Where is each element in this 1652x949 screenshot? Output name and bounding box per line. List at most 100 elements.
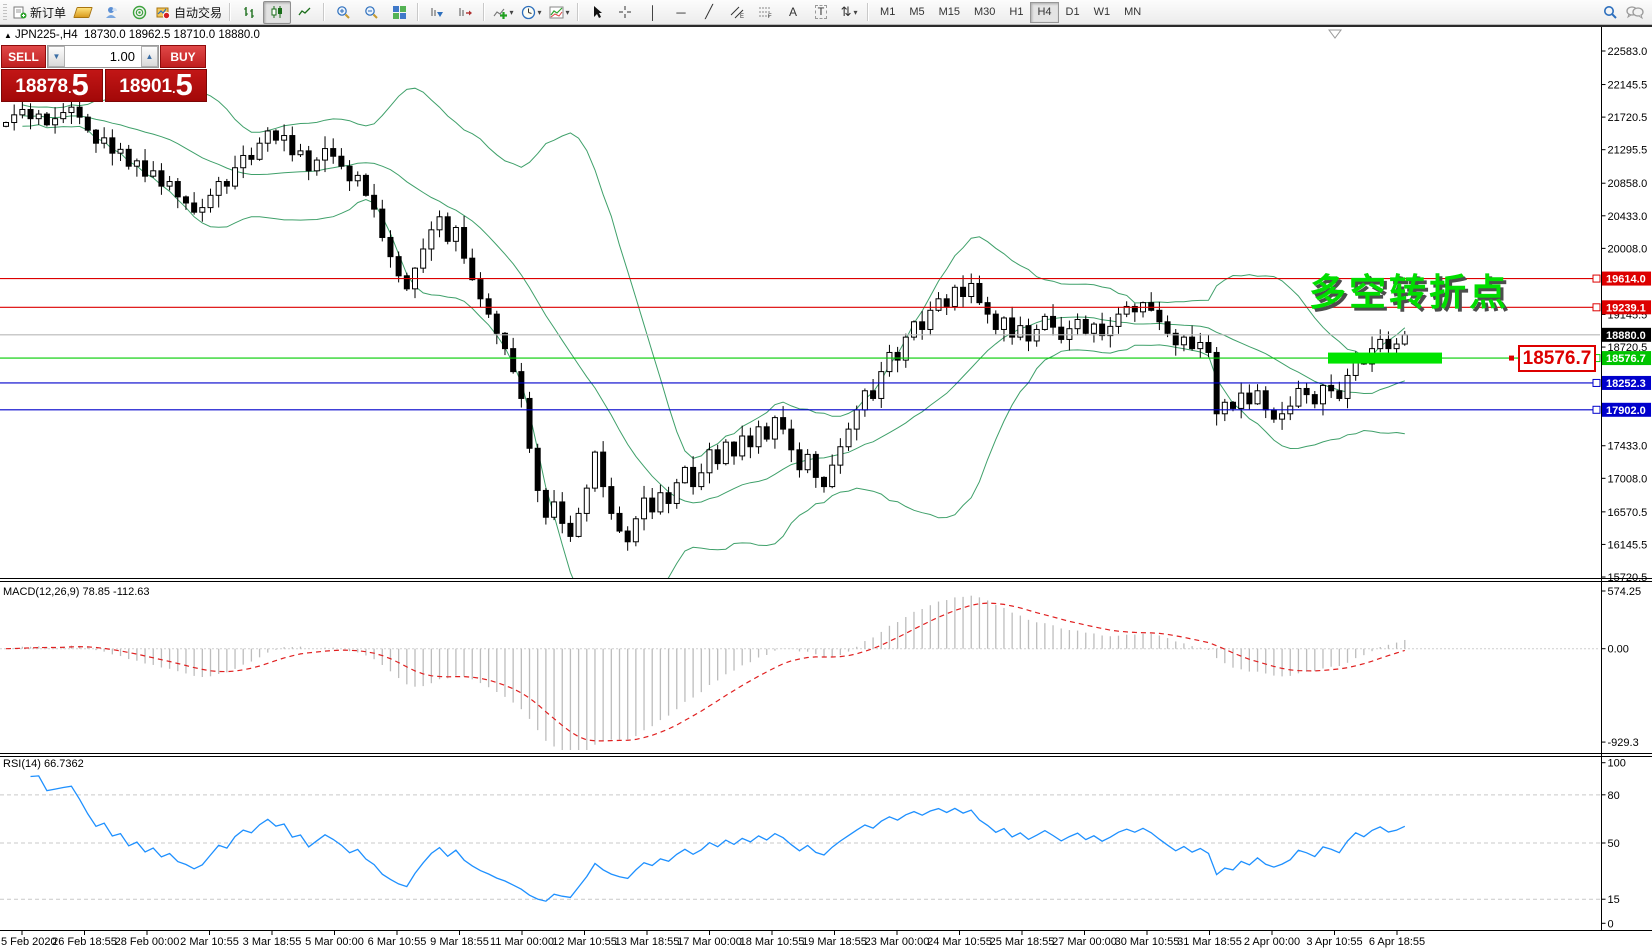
price-axis[interactable]: 22583.022145.521720.521295.520858.020433…	[1593, 27, 1651, 931]
community-button[interactable]	[97, 1, 125, 24]
candle-bull	[282, 136, 287, 141]
label-button[interactable]: T	[807, 1, 835, 24]
highlight-rectangle[interactable]	[1328, 353, 1442, 364]
price-line-badge-label: 19614.0	[1606, 274, 1646, 286]
chart-canvas[interactable]: 22583.022145.521720.521295.520858.020433…	[0, 0, 1652, 949]
timeframe-d1[interactable]: D1	[1059, 2, 1087, 23]
candle-bull	[1042, 316, 1047, 329]
floating-price-label[interactable]: 18576.7	[1518, 345, 1596, 372]
gold-bar-icon	[73, 7, 93, 18]
timeframe-m30[interactable]: M30	[967, 2, 1002, 23]
candlestick-chart-button[interactable]	[263, 1, 291, 24]
time-tick-label: 28 Feb 00:00	[115, 936, 180, 948]
toolbar-grip[interactable]	[3, 4, 7, 20]
candle-bear	[511, 349, 516, 372]
bar-chart-button[interactable]	[235, 1, 263, 24]
collapse-button[interactable]: ▲	[4, 31, 12, 40]
line-marker[interactable]	[1593, 275, 1600, 282]
candle-bull	[576, 513, 581, 536]
zoom-in-button[interactable]	[329, 1, 357, 24]
search-icon[interactable]	[1603, 5, 1618, 20]
timeframe-h4[interactable]: H4	[1030, 2, 1058, 23]
buy-price[interactable]: 18901.5	[105, 69, 207, 102]
bollinger-upper-band	[22, 88, 1404, 459]
line-marker[interactable]	[1593, 406, 1600, 413]
candle-bull	[723, 442, 728, 463]
candle-bull	[1378, 339, 1383, 348]
candle-bull	[633, 519, 638, 542]
candle-bull	[854, 410, 859, 429]
time-tick-label: 6 Apr 18:55	[1369, 936, 1425, 948]
candle-bear	[85, 117, 90, 130]
time-tick-label: 24 Mar 10:55	[927, 936, 992, 948]
candle-bear	[404, 276, 409, 289]
volume-increase-button[interactable]: ▲	[141, 46, 158, 67]
text-button[interactable]: A	[779, 1, 807, 24]
periods-button[interactable]: ▾	[517, 1, 545, 24]
volume-decrease-button[interactable]: ▼	[48, 46, 65, 67]
new-order-button[interactable]: 新订单	[10, 1, 69, 24]
candle-bear	[797, 450, 802, 470]
candle-bear	[1190, 337, 1195, 348]
chat-icon[interactable]	[1626, 5, 1644, 20]
timeframe-m5[interactable]: M5	[902, 2, 931, 23]
trendline-button[interactable]: ╱	[695, 1, 723, 24]
channel-button[interactable]: E	[723, 1, 751, 24]
signal-icon	[132, 5, 147, 20]
gold-bar-button[interactable]	[69, 1, 97, 24]
horizontal-line-button[interactable]: ─	[667, 1, 695, 24]
time-axis[interactable]: 5 Feb 202026 Feb 18:5528 Feb 00:002 Mar …	[0, 931, 1652, 949]
price-tick-label: 21720.5	[1608, 112, 1648, 124]
candle-bull	[437, 217, 442, 230]
vertical-line-button[interactable]: │	[639, 1, 667, 24]
one-click-trading-widget: SELL ▼ 1.00 ▲ BUY 18878.5 18901.5	[1, 45, 208, 102]
candle-bull	[584, 488, 589, 513]
auto-scroll-button[interactable]	[423, 1, 451, 24]
label-anchor-marker[interactable]	[1509, 356, 1514, 361]
chart-text-annotation[interactable]: 多空转折点	[1309, 262, 1509, 316]
timeframe-w1[interactable]: W1	[1087, 2, 1118, 23]
zoom-out-button[interactable]	[357, 1, 385, 24]
buy-button[interactable]: BUY	[160, 45, 206, 68]
candle-bear	[871, 391, 876, 399]
chart-shift-button[interactable]	[451, 1, 479, 24]
candle-bear	[1165, 322, 1170, 333]
timeframe-group: M1M5M15M30H1H4D1W1MN	[873, 2, 1148, 23]
chart-shift-marker[interactable]	[1329, 30, 1341, 38]
candle-bear	[445, 217, 450, 242]
candle-bull	[1296, 388, 1301, 406]
templates-button[interactable]: ▾	[545, 1, 573, 24]
sell-price[interactable]: 18878.5	[1, 69, 103, 102]
line-marker[interactable]	[1593, 379, 1600, 386]
sell-button[interactable]: SELL	[1, 45, 46, 68]
rsi-axis-label: 80	[1608, 790, 1620, 802]
signal-button[interactable]	[125, 1, 153, 24]
candle-bear	[1059, 327, 1064, 339]
line-chart-button[interactable]	[291, 1, 319, 24]
price-line-badge-label: 19239.1	[1606, 302, 1646, 314]
line-marker[interactable]	[1593, 304, 1600, 311]
fibonacci-button[interactable]: F	[751, 1, 779, 24]
indicators-button[interactable]: ▾	[489, 1, 517, 24]
tile-windows-button[interactable]	[385, 1, 413, 24]
candle-bear	[944, 299, 949, 307]
timeframe-h1[interactable]: H1	[1002, 2, 1030, 23]
timeframe-m15[interactable]: M15	[932, 2, 967, 23]
cursor-icon	[591, 5, 604, 19]
candle-bull	[453, 228, 458, 242]
candle-bear	[290, 136, 295, 155]
arrows-button[interactable]: ⇅▾	[835, 1, 863, 24]
crosshair-icon	[618, 5, 632, 19]
crosshair-button[interactable]	[611, 1, 639, 24]
timeframe-mn[interactable]: MN	[1117, 2, 1148, 23]
cursor-button[interactable]	[583, 1, 611, 24]
candle-bear	[1312, 395, 1317, 404]
candle-bear	[331, 149, 336, 157]
candle-bull	[552, 502, 557, 517]
timeframe-m1[interactable]: M1	[873, 2, 902, 23]
rsi-indicator-label: RSI(14) 66.7362	[3, 758, 84, 770]
autotrading-button[interactable]: 自动交易	[153, 1, 225, 24]
candle-bear	[396, 257, 401, 276]
indicators-add-icon	[493, 5, 508, 20]
volume-value[interactable]: 1.00	[65, 46, 141, 67]
